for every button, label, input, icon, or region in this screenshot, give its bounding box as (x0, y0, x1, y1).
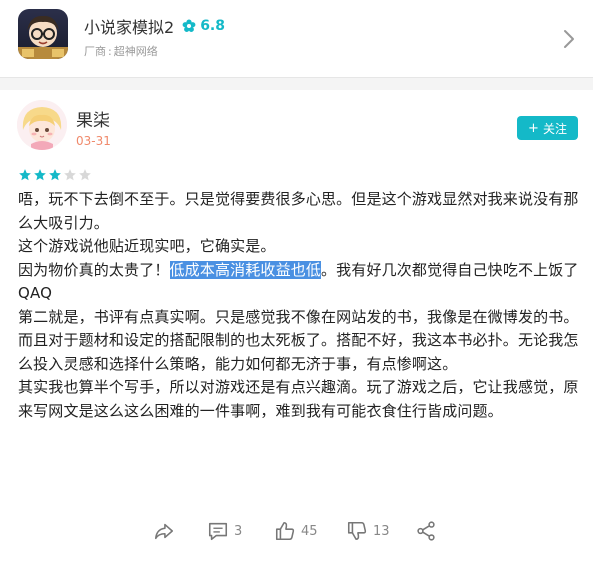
share-button[interactable] (415, 520, 437, 542)
comment-icon (208, 522, 228, 541)
selected-text: 低成本高消耗收益也低 (169, 260, 322, 279)
review-text: 唔，玩不下去倒不至于。只是觉得要费很多心思。但是这个游戏显然对我来说没有那么大吸… (18, 188, 583, 423)
action-bar: 3 45 13 (0, 520, 593, 548)
star-filled-icon (34, 169, 46, 181)
flower-rating-icon (182, 19, 196, 32)
star-empty-icon (64, 169, 76, 181)
follow-label: 关注 (542, 121, 567, 136)
star-filled-icon (49, 169, 61, 181)
review-paragraph: 这个游戏说他贴近现实吧，它确实是。 (18, 237, 276, 255)
avatar[interactable] (17, 100, 67, 150)
app-title: 小说家模拟2 (84, 18, 175, 37)
rating-stars (18, 168, 93, 182)
chevron-right-icon[interactable] (562, 28, 576, 50)
dislike-count: 13 (373, 523, 390, 539)
comment-count: 3 (234, 523, 243, 539)
like-count: 45 (301, 523, 318, 539)
plus-icon: + (528, 120, 539, 136)
review-text-before: 因为物价真的太贵了！ (18, 260, 170, 279)
section-separator (0, 78, 593, 90)
follow-button[interactable]: + 关注 (517, 116, 578, 140)
review-paragraph: 唔，玩不下去倒不至于。只是觉得要费很多心思。但是这个游戏显然对我来说没有那么大吸… (18, 190, 579, 232)
review-paragraph: 第二就是，书评有点真实啊。只是感觉我不像在网站发的书，我像是在微博发的书。 (18, 307, 579, 326)
review-paragraph: 其实我也算半个写手，所以对游戏还是有点兴趣滴。玩了游戏之后，它让我感觉，原来写网… (18, 378, 579, 420)
vendor-name[interactable]: 超神网络 (114, 45, 158, 58)
dislike-button[interactable]: 13 (346, 520, 390, 542)
post-date: 03-31 (76, 134, 111, 148)
like-button[interactable]: 45 (274, 520, 318, 542)
repost-button[interactable] (153, 520, 175, 542)
thumbs-down-icon (347, 521, 367, 541)
star-filled-icon (19, 169, 31, 181)
user-name[interactable]: 果柒 (76, 106, 110, 131)
share-icon (417, 521, 435, 541)
star-empty-icon (79, 169, 91, 181)
review-paragraph: 因为物价真的太贵了！低成本高消耗收益也低。我有好几次都觉得自己快吃不上饭了QAQ (18, 259, 583, 306)
game-cover-icon (18, 9, 68, 59)
rating-value: 6.8 (200, 18, 225, 34)
repost-icon (154, 523, 174, 540)
vendor-separator: : (108, 45, 112, 58)
app-card[interactable]: 小说家模拟2 6.8 厂商: 超神网络 (0, 0, 593, 78)
review-paragraph: 而且对于题材和设定的搭配限制的也太死板了。搭配不好，我这本书必扑。无论我怎么投入… (18, 331, 579, 373)
comment-button[interactable]: 3 (207, 520, 242, 542)
app-title-row: 小说家模拟2 6.8 (84, 14, 225, 38)
thumbs-up-icon (275, 521, 295, 541)
vendor-label: 厂商 (84, 45, 106, 58)
vendor-row: 厂商: 超神网络 (84, 43, 158, 59)
